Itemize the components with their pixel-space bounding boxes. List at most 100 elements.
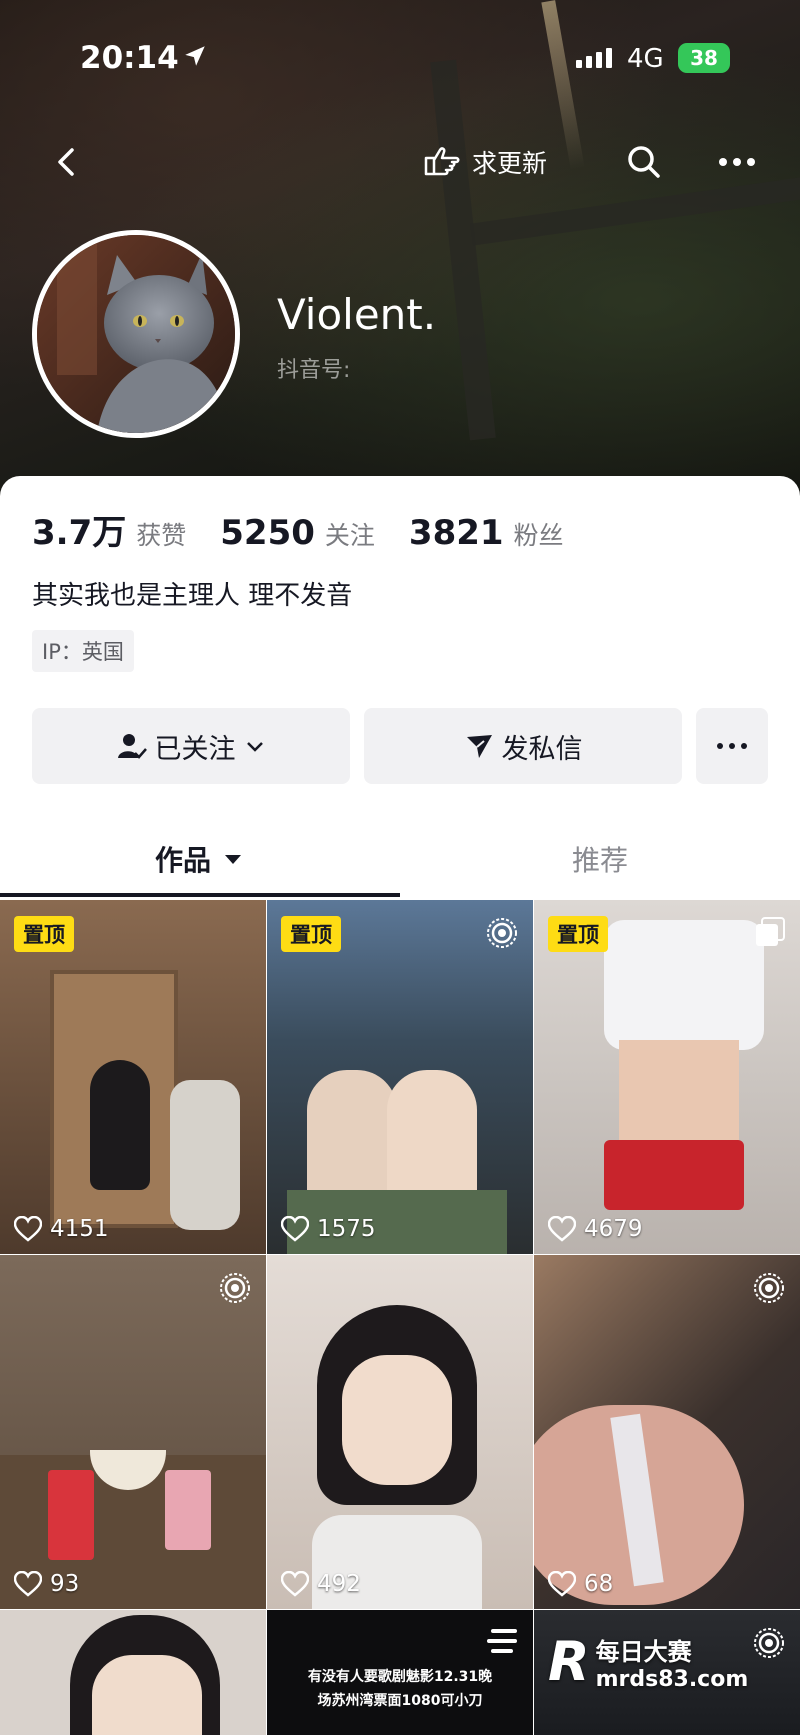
search-icon[interactable] [624, 142, 664, 182]
stat-following-label: 关注 [324, 521, 375, 550]
live-photo-icon [754, 1628, 784, 1658]
profile-page: 20:14 4G 38 求更新 Violent. 抖音号: 3.7万 获赞 52… [0, 0, 800, 1735]
thumb-shorts [604, 1140, 744, 1210]
pinned-badge: 置顶 [14, 916, 74, 952]
top-nav: 求更新 [0, 130, 800, 200]
thumb-drink-pink [165, 1470, 211, 1550]
ip-location-badge: IP：英国 [32, 630, 134, 672]
status-bar: 20:14 4G 38 [0, 0, 800, 110]
profile-stats: 3.7万 获赞 5250 关注 3821 粉丝 [32, 505, 598, 554]
stat-followers-label: 粉丝 [513, 521, 564, 550]
live-photo-icon [754, 1273, 784, 1303]
username: Violent. [277, 290, 437, 339]
request-update-button[interactable]: 求更新 [422, 142, 547, 182]
heart-icon [548, 1216, 576, 1242]
video-thumbnail[interactable]: 68 [534, 1255, 800, 1609]
video-likes: 4151 [14, 1216, 109, 1242]
video-thumbnail[interactable] [0, 1610, 266, 1735]
tab-recommend-label: 推荐 [571, 844, 628, 877]
heart-icon [14, 1216, 42, 1242]
request-update-label: 求更新 [472, 149, 548, 178]
video-likes: 93 [14, 1571, 79, 1597]
battery-indicator: 38 [678, 43, 730, 73]
active-tab-indicator [0, 893, 400, 897]
stat-likes-value: 3.7万 [32, 513, 127, 553]
tab-works[interactable]: 作品 [0, 820, 400, 898]
status-time: 20:14 [80, 40, 179, 76]
video-likes-count: 1575 [317, 1216, 376, 1242]
more-actions-button[interactable] [696, 708, 768, 784]
image-set-icon [756, 917, 785, 946]
paper-plane-icon [466, 735, 492, 758]
background-window-frame [430, 59, 496, 441]
thumb-torso [619, 1040, 739, 1150]
heart-icon [281, 1216, 309, 1242]
overlay-text-line-2: 场苏州湾票面1080可小刀 [317, 1693, 483, 1709]
stat-following[interactable]: 5250 关注 [220, 513, 375, 553]
video-likes-count: 4151 [50, 1216, 109, 1242]
video-likes-count: 492 [317, 1571, 361, 1597]
tab-works-label: 作品 [154, 844, 211, 877]
douyin-id-label[interactable]: 抖音号: [277, 352, 350, 384]
profile-bio: 其实我也是主理人 理不发音 [32, 581, 353, 611]
thumb-figure [90, 1060, 150, 1190]
video-likes: 492 [281, 1571, 361, 1597]
video-likes: 68 [548, 1571, 613, 1597]
pointing-hand-icon [424, 147, 460, 176]
thumb-face [92, 1655, 202, 1735]
thumb-shirt [604, 920, 764, 1050]
send-message-label: 发私信 [501, 733, 583, 765]
thumb-garment [170, 1080, 240, 1230]
watermark-url: mrds83.com [595, 1666, 749, 1692]
signal-icon [576, 48, 612, 68]
video-thumbnail[interactable]: 有没有人要歌剧魅影12.31晚 场苏州湾票面1080可小刀 [267, 1610, 533, 1735]
stat-following-value: 5250 [220, 513, 315, 553]
video-likes-count: 93 [50, 1571, 80, 1597]
location-arrow-icon [185, 46, 205, 66]
chevron-down-icon [246, 742, 263, 752]
video-thumbnail[interactable]: 置顶 1575 [267, 900, 533, 1254]
content-tabs: 作品 推荐 [0, 820, 800, 898]
thumb-drink-red [48, 1470, 94, 1560]
watermark-text: 每日大赛 mrds83.com [596, 1632, 749, 1692]
overlay-text-line-1: 有没有人要歌剧魅影12.31晚 [307, 1669, 493, 1685]
tab-recommend[interactable]: 推荐 [400, 820, 800, 898]
send-message-button[interactable]: 发私信 [364, 708, 682, 784]
back-arrow-icon[interactable] [46, 142, 86, 182]
stat-likes[interactable]: 3.7万 获赞 [32, 505, 186, 554]
video-thumbnail[interactable]: 置顶 4151 [0, 900, 266, 1254]
video-likes: 1575 [281, 1216, 376, 1242]
heart-icon [281, 1571, 309, 1597]
video-thumbnail[interactable]: 置顶 4679 [534, 900, 800, 1254]
live-photo-icon [220, 1273, 250, 1303]
stat-followers[interactable]: 3821 粉丝 [409, 513, 564, 553]
video-likes-count: 4679 [584, 1216, 643, 1242]
cat-avatar-image [37, 235, 235, 433]
video-thumbnail[interactable]: 492 [267, 1255, 533, 1609]
profile-actions: 已关注 发私信 [32, 708, 768, 784]
avatar[interactable] [32, 230, 240, 438]
pinned-badge: 置顶 [281, 916, 341, 952]
video-overlay-text: 有没有人要歌剧魅影12.31晚 场苏州湾票面1080可小刀 [267, 1665, 533, 1713]
heart-icon [14, 1571, 42, 1597]
battery-level: 38 [690, 46, 718, 70]
network-label: 4G [627, 44, 664, 74]
followed-label: 已关注 [154, 733, 236, 765]
followed-button[interactable]: 已关注 [32, 708, 350, 784]
list-icon [487, 1629, 517, 1653]
watermark-name: 每日大赛 [595, 1637, 692, 1666]
live-photo-icon [487, 918, 517, 948]
video-thumbnail[interactable]: 93 [0, 1255, 266, 1609]
watermark-logo: R [548, 1630, 590, 1693]
heart-icon [548, 1571, 576, 1597]
pinned-badge: 置顶 [548, 916, 608, 952]
video-likes-count: 68 [584, 1571, 614, 1597]
user-check-icon [117, 734, 147, 759]
video-likes: 4679 [548, 1216, 643, 1242]
thumb-face [342, 1355, 452, 1485]
caret-down-icon [225, 855, 241, 864]
more-options-icon[interactable] [712, 142, 762, 182]
stat-likes-label: 获赞 [136, 521, 187, 550]
more-options-icon [717, 743, 747, 749]
stat-followers-value: 3821 [408, 513, 504, 553]
